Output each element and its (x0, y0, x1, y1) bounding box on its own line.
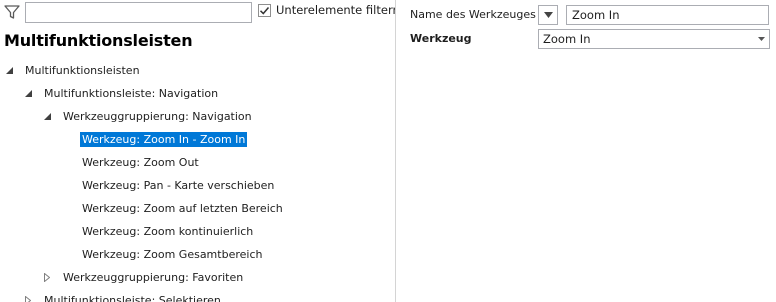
checkmark-icon (259, 7, 270, 15)
expanded-triangle-icon[interactable] (42, 112, 52, 122)
filter-icon[interactable] (4, 4, 20, 20)
tree-item[interactable]: Multifunktionsleiste: Selektieren (23, 292, 223, 302)
sub-elements-checkbox[interactable] (258, 4, 271, 17)
tool-select[interactable]: Zoom In (538, 29, 770, 49)
tree-item[interactable]: Werkzeuggruppierung: Navigation (42, 108, 254, 125)
collapsed-triangle-icon[interactable] (23, 296, 33, 302)
tree-item-label: Werkzeuggruppierung: Favoriten (63, 271, 244, 284)
tree-item[interactable]: Werkzeuggruppierung: Favoriten (42, 269, 245, 286)
tree-item-label: Werkzeuggruppierung: Navigation (63, 110, 252, 123)
tree-item[interactable]: Werkzeug: Zoom Out (61, 154, 201, 171)
tree-item-label: Werkzeug: Zoom Out (82, 156, 199, 169)
tree-heading: Multifunktionsleisten (4, 31, 193, 50)
tree-item[interactable]: Werkzeug: Pan - Karte verschieben (61, 177, 276, 194)
tool-name-label: Name des Werkzeuges (410, 8, 536, 21)
filter-search-input[interactable] (25, 2, 252, 23)
tree-item[interactable]: Werkzeug: Zoom Gesamtbereich (61, 246, 264, 263)
sub-elements-label: Unterelemente filtern (276, 3, 395, 17)
chevron-down-icon (758, 37, 765, 41)
chevron-down-icon (543, 12, 553, 18)
tool-label: Werkzeug (410, 32, 472, 45)
expanded-triangle-icon[interactable] (4, 66, 14, 76)
tree-item[interactable]: Werkzeug: Zoom In - Zoom In (61, 131, 248, 148)
tree-item-label-selected: Werkzeug: Zoom In - Zoom In (80, 132, 248, 147)
tool-name-dropdown-button[interactable] (538, 5, 558, 25)
properties-panel: Name des Werkzeuges Zoom In Werkzeug Zoo… (396, 0, 776, 302)
tree-item[interactable]: Werkzeug: Zoom auf letzten Bereich (61, 200, 285, 217)
tree-item-label: Werkzeug: Zoom auf letzten Bereich (82, 202, 283, 215)
tool-name-input[interactable]: Zoom In (566, 5, 769, 25)
tree-item[interactable]: Multifunktionsleiste: Navigation (23, 85, 220, 102)
collapsed-triangle-icon[interactable] (42, 273, 52, 283)
tool-select-value: Zoom In (543, 32, 591, 46)
tree-panel: Unterelemente filtern Multifunktionsleis… (0, 0, 395, 302)
tree-item[interactable]: Multifunktionsleisten (4, 62, 142, 79)
tree-item-label: Multifunktionsleiste: Navigation (44, 87, 219, 100)
tree-item-label: Werkzeug: Zoom kontinuierlich (82, 225, 254, 238)
expanded-triangle-icon[interactable] (23, 89, 33, 99)
tree-item-label: Werkzeug: Zoom Gesamtbereich (82, 248, 263, 261)
tree-item-label: Werkzeug: Pan - Karte verschieben (82, 179, 275, 192)
tree-item-label: Multifunktionsleiste: Selektieren (44, 294, 221, 302)
tree-item-label: Multifunktionsleisten (25, 64, 140, 77)
tree-item[interactable]: Werkzeug: Zoom kontinuierlich (61, 223, 255, 240)
